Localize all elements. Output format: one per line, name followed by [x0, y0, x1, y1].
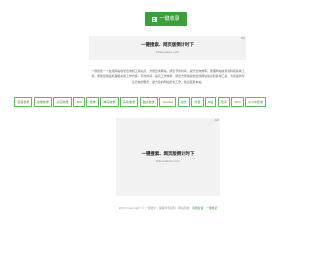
ad-choices-icon[interactable]: AD [241, 36, 245, 40]
footer: 2024 Copyright © 一键收录 · 保留所有权利 · 网站导航 · … [0, 206, 336, 210]
site-description: 一键搜索一个在线网站收录查询和工具站点，方便查询网站，帮您节省时间，提升查询效率… [91, 69, 245, 84]
ad-title: 一键搜索、网页版倒计时下 [141, 43, 194, 49]
ad-banner-middle[interactable]: AD 一键搜索、网页版倒计时下 Kitsunalize.com [116, 118, 220, 196]
footer-link-feedback[interactable]: 问题反馈 [192, 206, 203, 210]
tag-item[interactable]: 谷歌收录 [33, 97, 53, 107]
tag-item[interactable]: ip138查询 [245, 97, 267, 107]
ad-subtitle: Kitsunalize.com [155, 49, 180, 54]
tag-item[interactable]: 知乎 [217, 97, 231, 107]
tag-item[interactable]: 雅虎收录 [139, 97, 158, 107]
tag-item[interactable]: Yandex [159, 97, 177, 107]
logo-label: 一键收录 [159, 16, 180, 22]
tag-item[interactable]: 站长 [177, 97, 190, 107]
tag-item[interactable]: SEO [231, 97, 244, 107]
tag-item[interactable]: B站 [204, 97, 217, 107]
tag-item[interactable]: 360 [73, 97, 86, 107]
tag-item[interactable]: 搜狗 [86, 97, 99, 107]
tag-item[interactable]: 神马收录 [100, 97, 119, 107]
tag-item[interactable]: 抖音 [191, 97, 204, 107]
ad-banner-top[interactable]: AD 一键搜索、网页版倒计时下 Kitsunalize.com [89, 36, 246, 60]
tag-item[interactable]: 百度收录 [14, 97, 33, 107]
tag-list: 百度收录 谷歌收录 必应收录 360 搜狗 神马收录 头条收录 雅虎收录 Yan… [14, 97, 324, 107]
ad-title: 一键搜索、网页版倒计时下 [141, 152, 195, 158]
ad-subtitle: Kitsunalize.com [156, 158, 180, 163]
ad-choices-icon[interactable]: AD [215, 118, 219, 122]
tag-item[interactable]: 必应收录 [53, 97, 72, 107]
tag-item[interactable]: 头条收录 [119, 97, 139, 107]
logo-button[interactable]: 一键收录 [145, 12, 187, 26]
footer-link-home[interactable]: 一键收录 [206, 206, 217, 210]
footer-text: 2024 Copyright © 一键收录 · 保留所有权利 · 网站导航 · [118, 206, 192, 210]
grid-icon [152, 16, 158, 22]
